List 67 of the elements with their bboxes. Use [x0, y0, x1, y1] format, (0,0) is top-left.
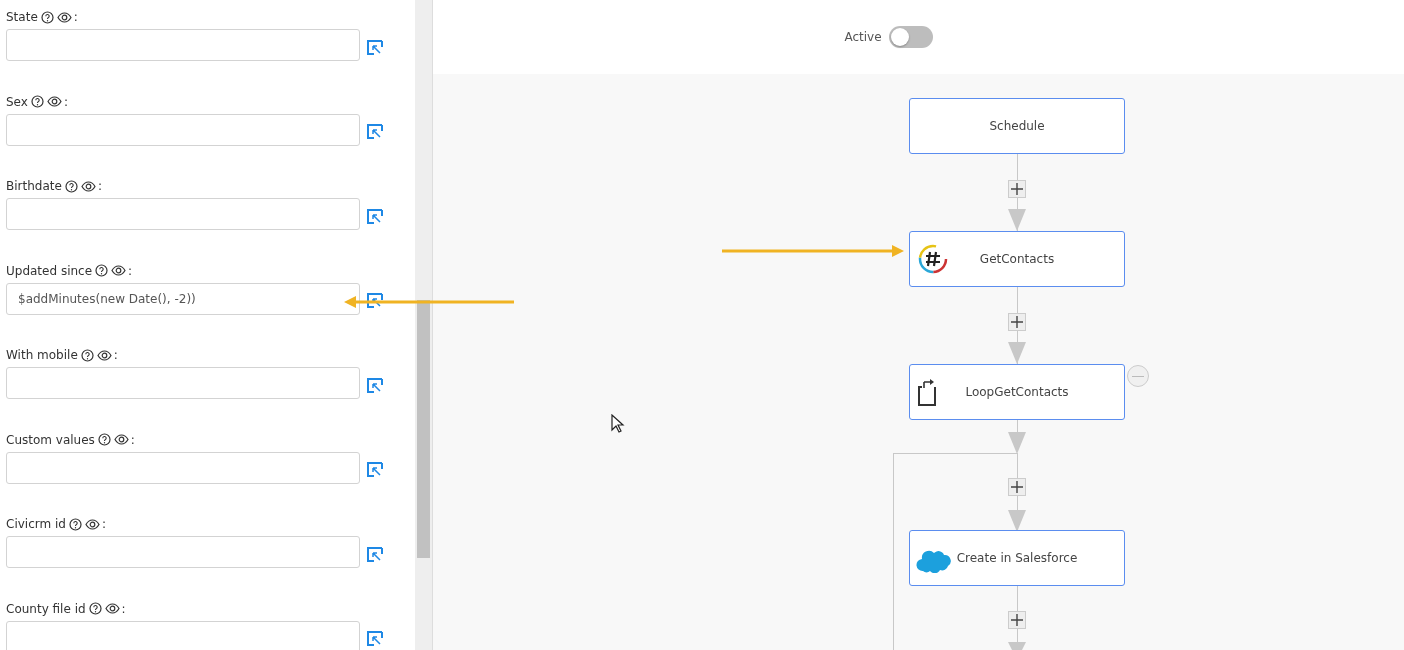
field-label: Birthdate — [6, 179, 62, 193]
scrollbar[interactable] — [415, 0, 433, 650]
colon-text: : — [101, 517, 106, 531]
flow-node[interactable]: Schedule — [909, 98, 1125, 154]
help-icon[interactable] — [30, 95, 44, 108]
colon-text: : — [128, 263, 133, 278]
select-icon[interactable] — [367, 293, 383, 308]
add-step-button[interactable] — [1008, 478, 1026, 496]
help-icon[interactable] — [95, 264, 109, 277]
help-icon[interactable] — [80, 348, 94, 362]
help-icon[interactable] — [40, 10, 54, 24]
help-icon[interactable] — [68, 517, 82, 531]
select-icon[interactable] — [367, 462, 383, 477]
plus-icon — [1011, 481, 1023, 493]
add-step-button[interactable] — [1008, 313, 1026, 331]
input-field[interactable] — [6, 113, 360, 146]
flow-node[interactable]: LoopGetContacts — [909, 364, 1125, 420]
flow-node[interactable]: GetContacts — [909, 231, 1125, 287]
select-icon[interactable] — [367, 377, 383, 393]
input-field[interactable] — [6, 451, 360, 484]
eye-icon[interactable] — [46, 96, 62, 107]
field-label: State — [6, 10, 38, 24]
eye-icon[interactable] — [104, 603, 120, 614]
colon-text: : — [97, 179, 102, 193]
eye-icon[interactable] — [56, 11, 72, 23]
loop-icon — [918, 379, 936, 406]
flow-node[interactable]: Create in Salesforce — [909, 530, 1125, 586]
input-field[interactable] — [6, 536, 360, 568]
select-icon[interactable] — [367, 546, 383, 562]
add-step-button[interactable] — [1008, 611, 1026, 629]
select-icon[interactable] — [367, 631, 383, 646]
eye-icon[interactable] — [80, 180, 96, 192]
active-toggle[interactable] — [888, 26, 933, 48]
input-field[interactable] — [6, 198, 360, 230]
hashtag-icon — [918, 244, 948, 274]
select-icon[interactable] — [367, 208, 383, 224]
eye-icon[interactable] — [111, 265, 127, 276]
eye-icon[interactable] — [84, 518, 100, 530]
field-label: Updated since — [6, 263, 93, 278]
help-icon[interactable] — [97, 433, 111, 446]
plus-icon — [1011, 316, 1023, 328]
input-field[interactable] — [6, 620, 360, 650]
add-step-button[interactable] — [1008, 180, 1026, 198]
field-label: Civicrm id — [6, 517, 66, 531]
field-label: Custom values — [6, 432, 95, 447]
plus-icon — [1011, 183, 1023, 195]
colon-text: : — [121, 601, 126, 616]
colon-text: : — [63, 94, 68, 109]
input-field[interactable]: $addMinutes(new Date(), -2)) — [6, 282, 360, 315]
help-icon[interactable] — [64, 179, 78, 193]
colon-text: : — [130, 432, 135, 447]
scrollbar-thumb[interactable] — [417, 300, 430, 558]
select-icon[interactable] — [367, 39, 383, 55]
input-field[interactable] — [6, 29, 360, 61]
colon-text: : — [73, 10, 78, 24]
colon-text: : — [113, 348, 118, 362]
eye-icon[interactable] — [113, 434, 129, 445]
pointer-icon — [611, 414, 625, 434]
plus-icon — [1011, 614, 1023, 626]
field-label: County file id — [6, 601, 86, 616]
eye-icon[interactable] — [96, 349, 112, 361]
help-icon[interactable] — [88, 602, 102, 615]
field-label: Sex — [6, 94, 28, 109]
select-icon[interactable] — [367, 124, 383, 139]
input-field[interactable] — [6, 367, 360, 399]
toggle-label: Active — [844, 30, 882, 44]
field-label: With mobile — [6, 348, 78, 362]
